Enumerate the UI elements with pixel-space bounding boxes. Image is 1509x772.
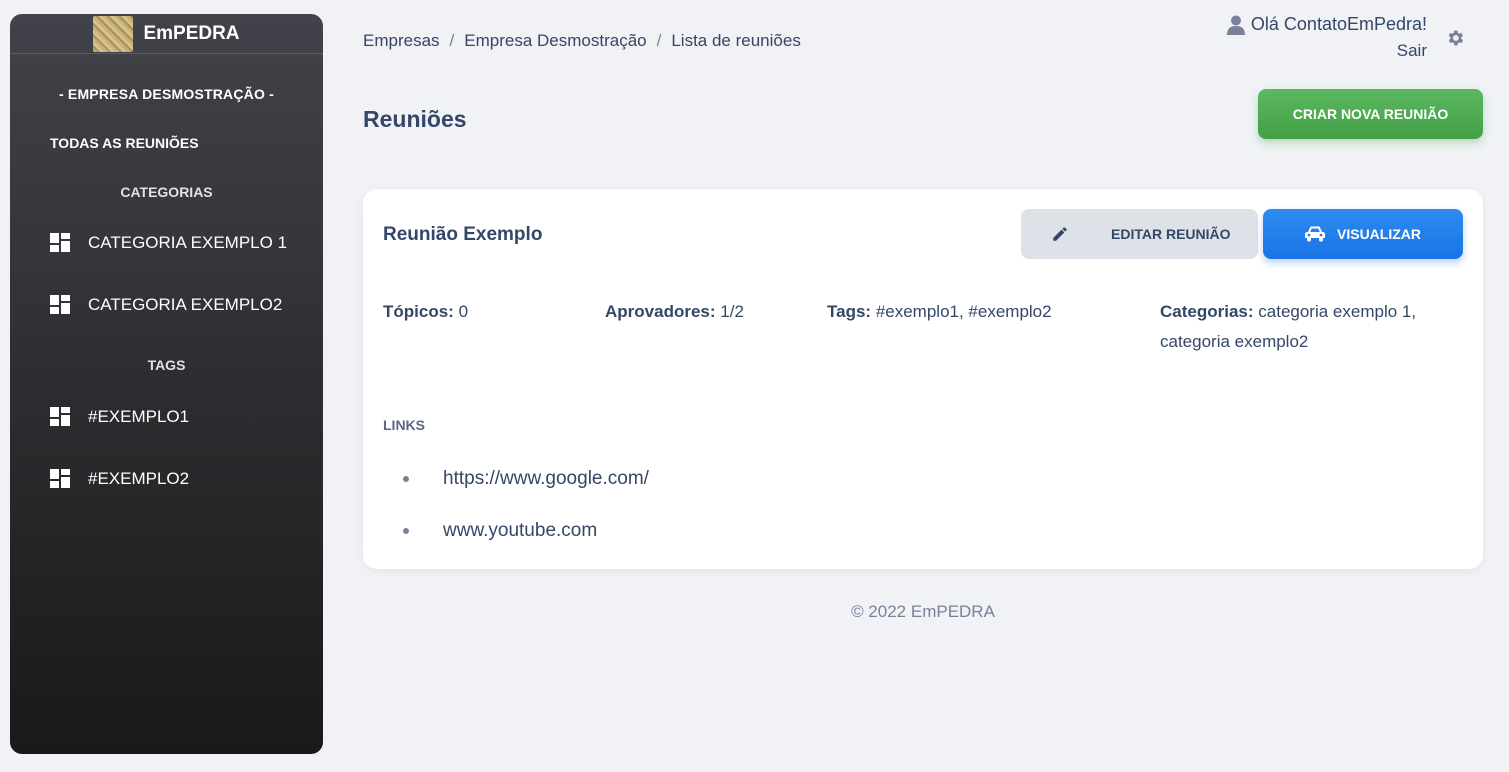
sidebar-item-tag-2[interactable]: #EXEMPLO2	[50, 469, 189, 489]
sidebar-item-category-2[interactable]: CATEGORIA EXEMPLO2	[50, 295, 282, 315]
sidebar-item-label: CATEGORIA EXEMPLO 1	[88, 233, 288, 252]
meeting-approvers: Aprovadores: 1/2	[605, 297, 744, 327]
tags-value: #exemplo1, #exemplo2	[875, 302, 1052, 321]
company-name: - EMPRESA DESMOSTRAÇÃO -	[58, 86, 275, 102]
sidebar-item-label: #EXEMPLO2	[88, 469, 190, 488]
breadcrumb-separator: /	[449, 31, 455, 50]
breadcrumb: Empresas / Empresa Desmostração / Lista …	[363, 31, 801, 51]
approvers-value: 1/2	[720, 302, 744, 321]
sidebar-item-all-meetings[interactable]: TODAS AS REUNIÕES	[50, 135, 199, 151]
edit-meeting-button[interactable]: EDITAR REUNIÃO	[1021, 209, 1258, 259]
categories-value-line2: categoria exemplo2	[1160, 332, 1309, 351]
dashboard-icon	[50, 469, 70, 488]
footer: © 2022 EmPEDRA	[851, 602, 995, 621]
meeting-title: Reunião Exemplo	[383, 224, 543, 245]
sidebar-item-label: CATEGORIA EXEMPLO2	[88, 295, 283, 314]
categories-label: Categorias:	[1160, 302, 1254, 321]
topics-label: Tópicos:	[383, 302, 454, 321]
links-list: https://www.google.com/ www.youtube.com	[403, 453, 649, 557]
list-item: www.youtube.com	[403, 505, 649, 557]
sidebar: EmPEDRA - EMPRESA DESMOSTRAÇÃO - TODAS A…	[10, 14, 323, 754]
gear-icon[interactable]	[1445, 28, 1465, 48]
categories-value-line1: categoria exemplo 1,	[1258, 302, 1417, 321]
breadcrumb-item-current: Lista de reuniões	[671, 31, 801, 50]
approvers-label: Aprovadores:	[605, 302, 716, 321]
sidebar-item-tag-1[interactable]: #EXEMPLO1	[50, 407, 189, 427]
brand-name: EmPEDRA	[143, 22, 240, 44]
tags-label: Tags:	[827, 302, 872, 321]
meeting-topics: Tópicos: 0	[383, 297, 468, 327]
link-youtube[interactable]: www.youtube.com	[443, 520, 597, 542]
topics-value: 0	[458, 302, 469, 321]
list-item: https://www.google.com/	[403, 453, 649, 505]
sidebar-item-category-1[interactable]: CATEGORIA EXEMPLO 1	[50, 233, 287, 253]
view-meeting-label: VISUALIZAR	[1337, 226, 1421, 242]
logout-link[interactable]: Sair	[1227, 41, 1427, 61]
create-meeting-button[interactable]: CRIAR NOVA REUNIÃO	[1258, 89, 1483, 139]
view-meeting-button[interactable]: VISUALIZAR	[1263, 209, 1463, 259]
breadcrumb-item-companies[interactable]: Empresas	[363, 31, 440, 51]
brand-logo	[93, 15, 134, 52]
user-greeting: Olá ContatoEmPedra!	[1226, 14, 1427, 35]
user-icon	[1226, 15, 1245, 35]
bullet	[403, 476, 409, 482]
breadcrumb-separator: /	[656, 31, 662, 50]
user-area: Olá ContatoEmPedra! Sair	[1226, 14, 1427, 61]
dashboard-icon	[50, 407, 70, 426]
meeting-tags: Tags: #exemplo1, #exemplo2	[827, 297, 1052, 327]
bullet	[403, 528, 409, 534]
brand[interactable]: EmPEDRA	[10, 14, 323, 54]
sidebar-item-label: #EXEMPLO1	[88, 407, 190, 426]
pencil-icon	[1053, 227, 1067, 241]
meeting-card: Reunião Exemplo EDITAR REUNIÃO VISUALIZA…	[363, 189, 1483, 569]
edit-meeting-label: EDITAR REUNIÃO	[1111, 226, 1231, 242]
dashboard-icon	[50, 295, 70, 314]
categories-section-title: CATEGORIAS	[120, 184, 213, 200]
page-title: Reuniões	[363, 106, 467, 132]
car-icon	[1305, 226, 1325, 242]
tags-section-title: TAGS	[147, 357, 186, 373]
breadcrumb-item-company[interactable]: Empresa Desmostração	[464, 31, 646, 51]
user-greeting-text: Olá ContatoEmPedra!	[1250, 14, 1427, 34]
dashboard-icon	[50, 233, 70, 252]
link-google[interactable]: https://www.google.com/	[443, 468, 649, 490]
meeting-categories: Categorias: categoria exemplo 1, categor…	[1160, 297, 1460, 357]
links-title: LINKS	[383, 417, 425, 433]
